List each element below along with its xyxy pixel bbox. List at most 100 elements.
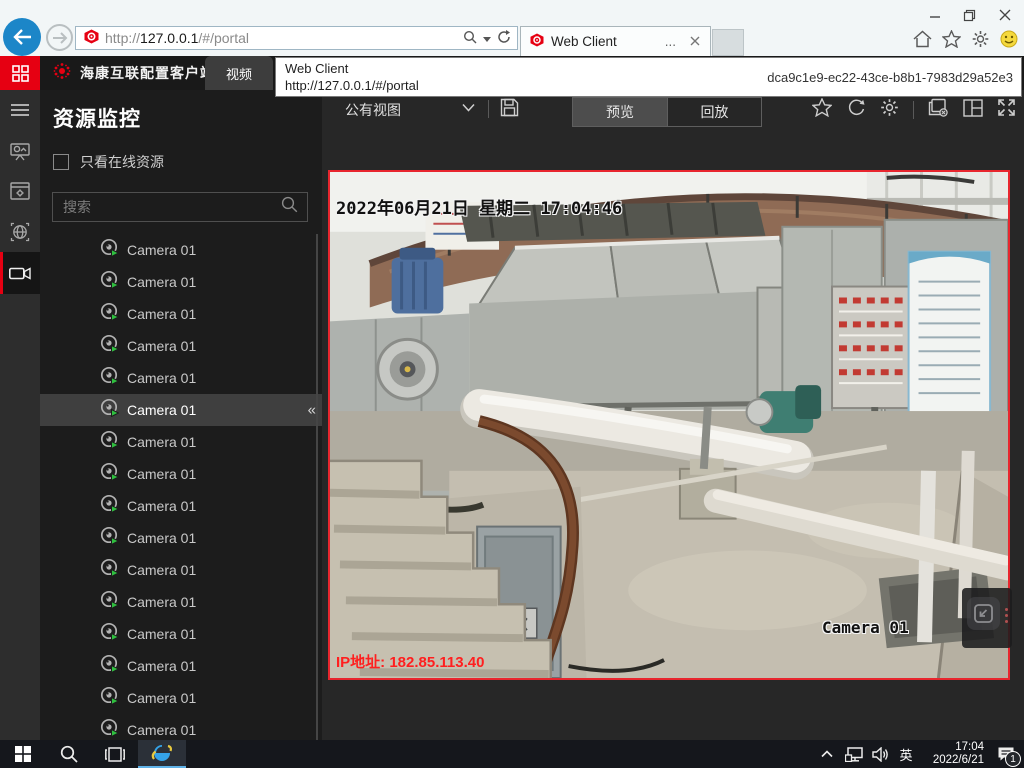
nav-tab-video[interactable]: 视频 (205, 56, 273, 90)
forward-button[interactable] (46, 24, 73, 51)
network-status-icon[interactable] (840, 740, 867, 768)
camera-list-item[interactable]: Camera 01 (40, 554, 322, 586)
panel-collapse-icon[interactable]: « (308, 402, 316, 419)
fullscreen-icon[interactable] (997, 98, 1016, 122)
dome-camera-icon (100, 590, 119, 614)
camera-list-item[interactable]: Camera 01 (40, 426, 322, 458)
dome-camera-icon (100, 238, 119, 262)
camera-list-item[interactable]: Camera 01 (40, 362, 322, 394)
search-magnifier-icon[interactable] (281, 196, 307, 218)
taskbar-clock[interactable]: 17:04 2022/6/21 (918, 741, 988, 767)
dome-camera-icon (100, 654, 119, 678)
video-camera-icon[interactable] (0, 253, 40, 293)
browser-tab[interactable]: Web Client ... (520, 26, 711, 56)
osd-ip-address: IP地址: 182.85.113.40 (336, 651, 484, 672)
camera-label: Camera 01 (127, 242, 196, 258)
camera-list-item[interactable]: Camera 01 « (40, 394, 322, 426)
back-button[interactable] (3, 18, 41, 56)
feedback-smiley-icon[interactable] (1000, 30, 1018, 53)
network-globe-icon[interactable] (0, 212, 40, 252)
video-pane: 公有视图 预览 回放 (322, 90, 1024, 740)
view-selector-label: 公有视图 (345, 100, 401, 120)
dome-camera-icon (100, 494, 119, 518)
menu-icon[interactable] (0, 90, 40, 130)
clock-date: 2022/6/21 (918, 754, 984, 767)
dome-camera-icon (100, 718, 119, 740)
camera-list-item[interactable]: Camera 01 (40, 650, 322, 682)
video-cell-selected[interactable]: 2022年06月21日 星期二 17:04:46 Camera 01 IP地址:… (328, 170, 1010, 680)
camera-label: Camera 01 (127, 498, 196, 514)
chevron-down-icon[interactable] (462, 99, 475, 117)
camera-list-item[interactable]: Camera 01 (40, 490, 322, 522)
dashboard-icon[interactable] (0, 131, 40, 171)
floating-toolbar[interactable] (962, 588, 1012, 648)
camera-list-item[interactable]: Camera 01 (40, 586, 322, 618)
search-dropdown-icon[interactable] (483, 30, 491, 46)
camera-list-item[interactable]: Camera 01 (40, 266, 322, 298)
camera-list-item[interactable]: Camera 01 (40, 298, 322, 330)
system-config-icon[interactable] (0, 171, 40, 211)
address-bar[interactable]: http://127.0.0.1/#/portal (75, 26, 518, 50)
camera-list-item[interactable]: Camera 01 (40, 682, 322, 714)
online-only-checkbox[interactable] (53, 154, 69, 170)
close-window-icon[interactable] (990, 4, 1020, 26)
tab-playback[interactable]: 回放 (667, 98, 761, 126)
task-view-icon[interactable] (92, 740, 138, 768)
url-path: /#/portal (198, 30, 249, 46)
dome-camera-icon (100, 430, 119, 454)
restore-icon[interactable] (954, 4, 984, 26)
refresh-icon[interactable] (846, 98, 866, 122)
dome-camera-icon (100, 270, 119, 294)
widget-dot (1005, 614, 1008, 617)
minimize-icon[interactable] (920, 4, 950, 26)
stream-settings-gear-icon[interactable] (880, 98, 899, 122)
search-placeholder: 搜索 (53, 197, 281, 217)
camera-list-item[interactable]: Camera 01 (40, 330, 322, 362)
tray-chevron-up-icon[interactable] (813, 740, 840, 768)
refresh-page-icon[interactable] (497, 30, 511, 47)
tab-preview[interactable]: 预览 (573, 98, 667, 126)
app-menu-grid-icon[interactable] (0, 56, 40, 90)
search-input[interactable]: 搜索 (52, 192, 308, 222)
taskbar-ie-icon[interactable] (138, 740, 186, 768)
new-tab-button[interactable] (712, 29, 744, 56)
close-all-streams-icon[interactable] (928, 98, 949, 123)
action-center-icon[interactable]: 1 (988, 740, 1024, 768)
camera-list-item[interactable]: Camera 01 (40, 458, 322, 490)
tooltip-session-id: dca9c1e9-ec22-43ce-b8b1-7983d29a52e3 (767, 70, 1021, 85)
settings-gear-icon[interactable] (971, 30, 990, 53)
dome-camera-icon (100, 302, 119, 326)
list-scrollbar[interactable] (316, 234, 318, 740)
tab-close-icon[interactable] (690, 34, 700, 49)
browser-chrome: http://127.0.0.1/#/portal Web Client ... (0, 0, 1024, 56)
save-view-icon[interactable] (500, 98, 519, 122)
url-host: 127.0.0.1 (140, 30, 198, 46)
search-icon[interactable] (463, 30, 477, 47)
camera-list-item[interactable]: Camera 01 (40, 234, 322, 266)
camera-label: Camera 01 (127, 434, 196, 450)
camera-list-item[interactable]: Camera 01 (40, 714, 322, 740)
tab-tooltip: Web Client http://127.0.0.1/#/portal dca… (275, 57, 1022, 97)
notification-badge: 1 (1005, 751, 1021, 767)
osd-timestamp: 2022年06月21日 星期二 17:04:46 (336, 194, 622, 219)
camera-label: Camera 01 (127, 402, 196, 418)
camera-label: Camera 01 (127, 466, 196, 482)
camera-list-item[interactable]: Camera 01 (40, 522, 322, 554)
favorite-star-icon[interactable] (812, 98, 832, 122)
layout-grid-icon[interactable] (963, 99, 983, 122)
widget-dot (1005, 620, 1008, 623)
favorites-star-icon[interactable] (942, 30, 961, 53)
clock-time: 17:04 (918, 741, 984, 754)
dome-camera-icon (100, 366, 119, 390)
volume-icon[interactable] (867, 740, 894, 768)
home-icon[interactable] (913, 30, 932, 53)
online-only-label: 只看在线资源 (80, 152, 164, 172)
dome-camera-icon (100, 334, 119, 358)
taskbar-search-icon[interactable] (46, 740, 92, 768)
start-button[interactable] (0, 740, 46, 768)
popup-player-icon[interactable] (967, 597, 1000, 630)
dome-camera-icon (100, 558, 119, 582)
camera-list-item[interactable]: Camera 01 (40, 618, 322, 650)
ime-indicator[interactable]: 英 (894, 745, 918, 764)
osd-camera-label: Camera 01 (822, 618, 909, 637)
